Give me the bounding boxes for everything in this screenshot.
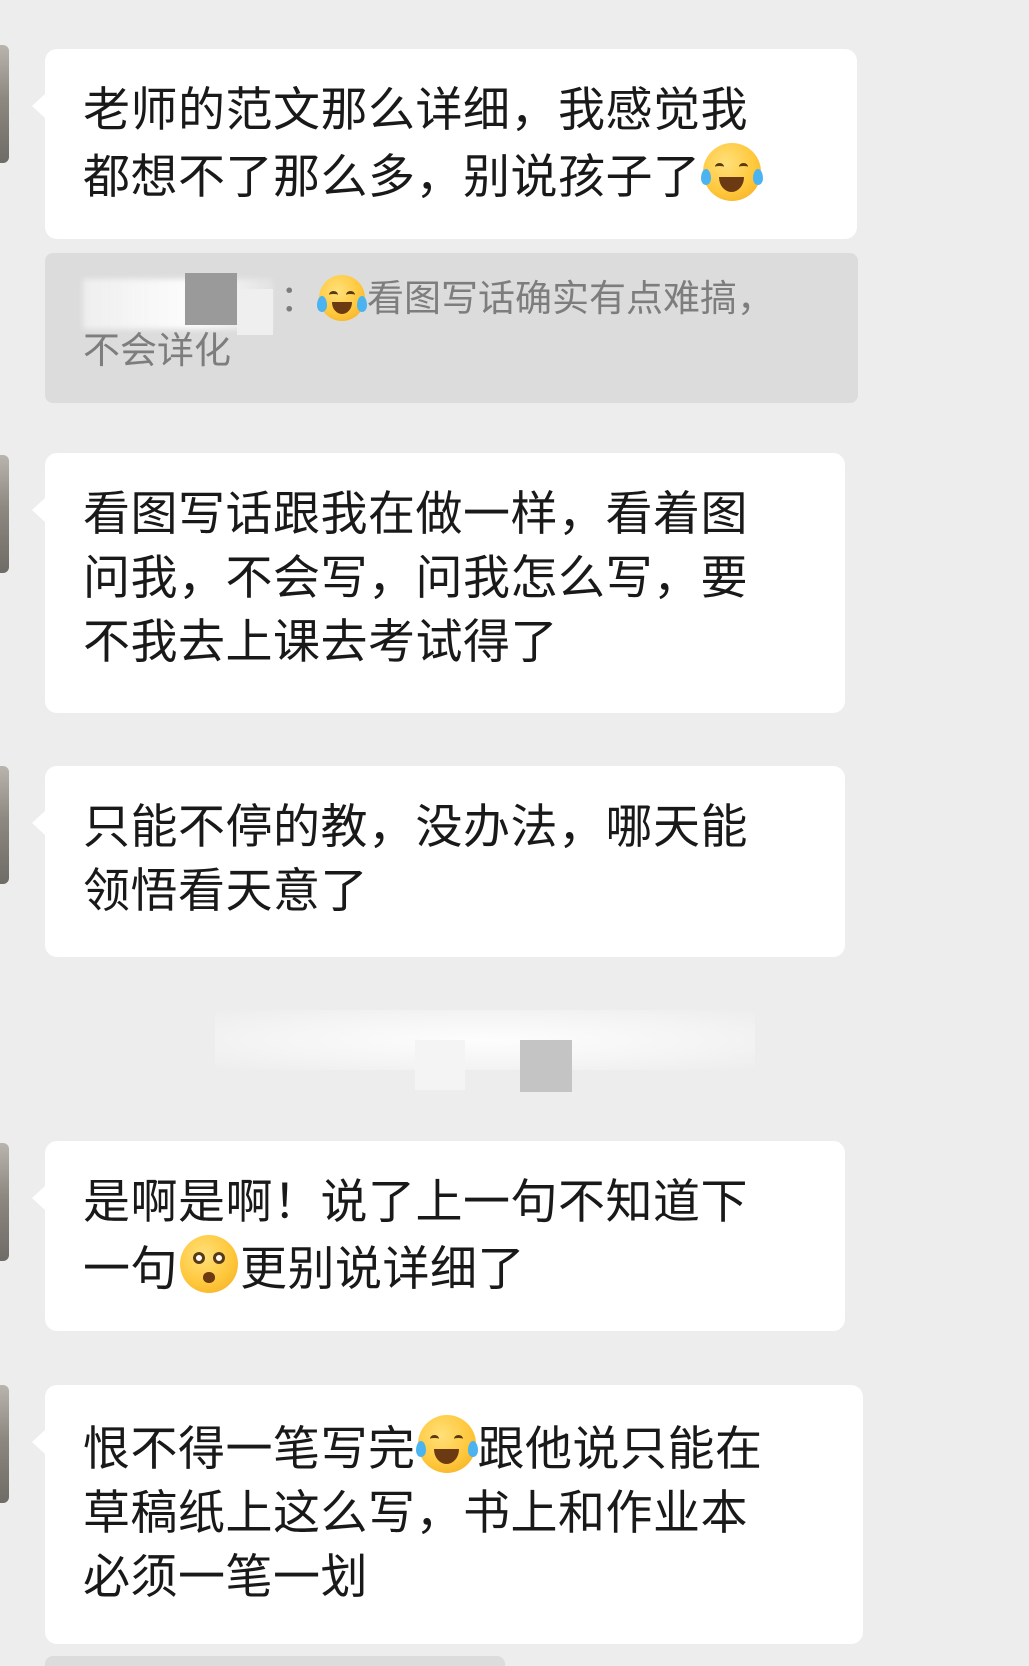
message-text-line: 问我，不会写，问我怎么写，要	[83, 551, 748, 606]
message-bubble[interactable]: 只能不停的教，没办法，哪天能 领悟看天意了	[32, 766, 845, 957]
message-bubble[interactable]: 老师的范文那么详细，我感觉我 都想不了那么多，别说孩子了	[32, 49, 857, 239]
surprised-face-emoji	[180, 1235, 238, 1293]
message-text-line: 只能不停的教，没办法，哪天能	[83, 800, 748, 855]
quoted-message[interactable]: ：看图写话确实有点难搞， 不会详化	[45, 253, 858, 403]
message-text-line: 是啊是啊！说了上一句不知道下	[83, 1175, 748, 1230]
message-text-line: 老师的范文那么详细，我感觉我	[83, 83, 748, 138]
avatar[interactable]	[0, 1385, 9, 1503]
face-with-tears-emoji	[700, 143, 763, 201]
avatar[interactable]	[0, 1143, 9, 1261]
message-bubble[interactable]: 看图写话跟我在做一样，看着图 问我，不会写，问我怎么写，要 不我去上课去考试得了	[32, 453, 845, 713]
message-bubble[interactable]: 是啊是啊！说了上一句不知道下 一句 更别说详细了	[32, 1141, 845, 1331]
quote-line: 不会详化	[83, 329, 231, 372]
message-text-line: 看图写话跟我在做一样，看着图	[83, 487, 748, 542]
redacted-system-notice	[215, 1000, 755, 1092]
message-bubble[interactable]: 恨不得一笔写完 跟他说只能在 草稿纸上这么写，书上和作业本 必须一笔一划	[32, 1385, 863, 1644]
quote-line: ：看图写话确实有点难搞，	[83, 272, 828, 335]
avatar[interactable]	[0, 45, 9, 163]
message-text-line: 草稿纸上这么写，书上和作业本	[83, 1486, 748, 1541]
tears-of-joy-emoji	[415, 1415, 478, 1473]
avatar[interactable]	[0, 766, 9, 884]
message-text-line: 一句 更别说详细了	[83, 1235, 811, 1302]
message-text-line: 都想不了那么多，别说孩子了	[83, 143, 823, 210]
avatar[interactable]	[0, 455, 9, 573]
message-text-line: 不我去上课去考试得了	[83, 615, 558, 670]
message-text-line: 领悟看天意了	[83, 864, 368, 919]
face-with-tears-emoji	[317, 275, 367, 321]
message-text-line: 恨不得一笔写完 跟他说只能在	[83, 1415, 829, 1482]
redacted-sender-name	[73, 272, 280, 335]
next-quoted-message-edge	[45, 1656, 505, 1666]
message-text-line: 必须一笔一划	[83, 1550, 368, 1605]
